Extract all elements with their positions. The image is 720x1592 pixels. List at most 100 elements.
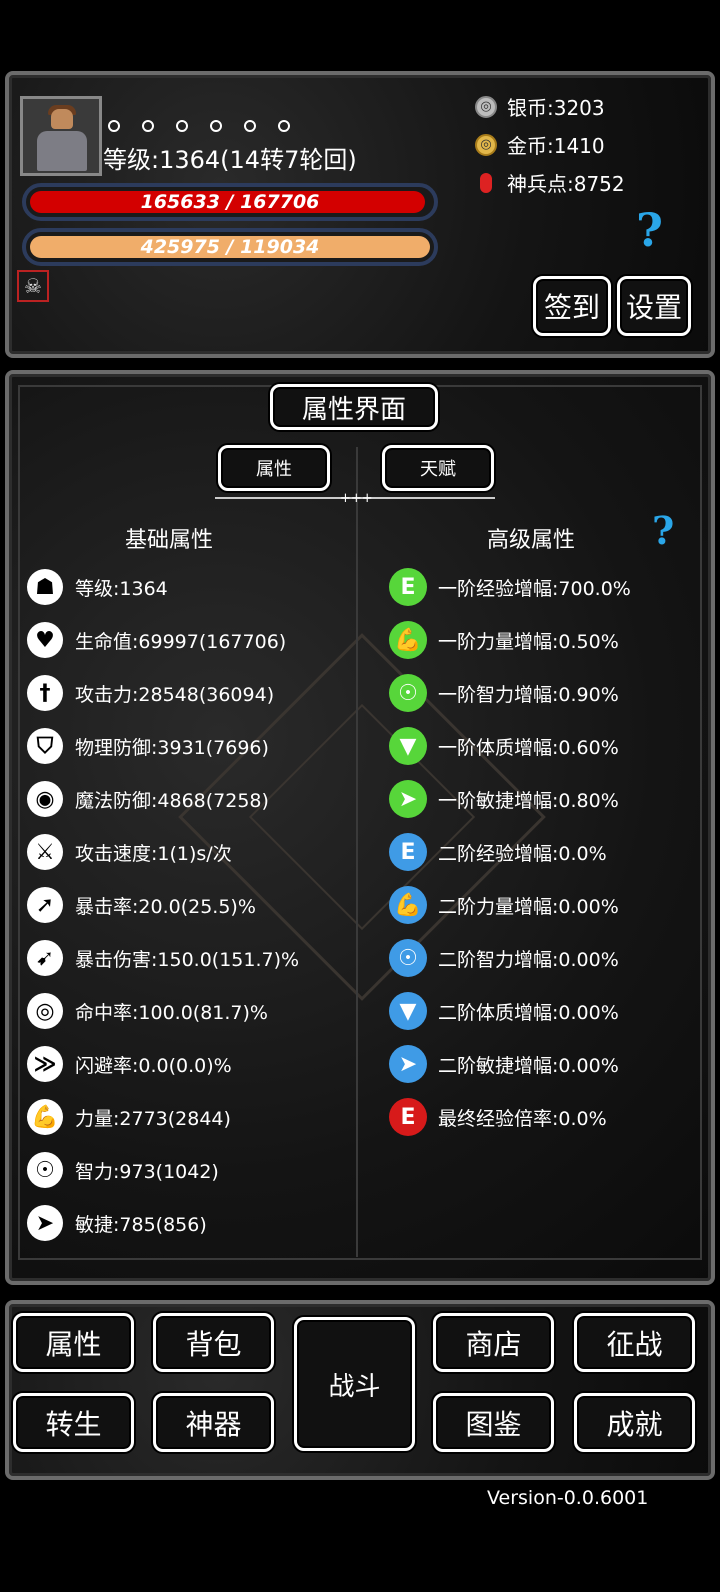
silver-currency: ◎ 银币:3203 [475,92,605,121]
basic-stat-row: ◎ 命中率:100.0(81.7)% [20,986,268,1036]
basic-stat-label: 暴击伤害:150.0(151.7)% [75,948,300,971]
intelligence-icon: ☉ [383,668,433,718]
skull-icon[interactable]: ☠ [17,270,49,302]
gold-amount: 金币:1410 [507,134,605,158]
advanced-stat-row: E 最终经验倍率:0.0% [383,1092,607,1142]
basic-stat-row: ⛉ 物理防御:3931(7696) [20,721,269,771]
advanced-stat-row: 💪 一阶力量增幅:0.50% [383,615,619,665]
advanced-stat-label: 二阶敏捷增幅:0.00% [438,1054,619,1077]
strength-icon: 💪 [383,615,433,665]
advanced-stat-label: 一阶经验增幅:700.0% [438,577,631,600]
advanced-stat-label: 二阶智力增幅:0.00% [438,948,619,971]
help-icon[interactable]: ? [636,203,663,257]
basic-stat-label: 敏捷:785(856) [75,1213,207,1236]
nav-fight-button[interactable]: 战斗 [294,1317,415,1451]
sword-icon: † [20,668,70,718]
advanced-stat-label: 一阶力量增幅:0.50% [438,630,619,653]
player-avatar[interactable] [20,96,102,176]
advanced-stat-label: 二阶体质增幅:0.00% [438,1001,619,1024]
basic-stat-row: ≫ 闪避率:0.0(0.0)% [20,1039,232,1089]
target-icon: ◎ [20,986,70,1036]
basic-stat-label: 物理防御:3931(7696) [75,736,269,759]
advanced-stat-row: ▼ 一阶体质增幅:0.60% [383,721,619,771]
magic-shield-icon: ◉ [20,774,70,824]
level-icon: ☗ [20,562,70,612]
advanced-stat-row: ☉ 二阶智力增幅:0.00% [383,933,619,983]
dot [142,120,154,132]
nav-artifact-button[interactable]: 神器 [153,1393,274,1452]
advanced-stat-row: ➤ 二阶敏捷增幅:0.00% [383,1039,619,1089]
shenbing-amount: 神兵点:8752 [507,172,625,196]
advanced-stat-label: 最终经验倍率:0.0% [438,1107,607,1130]
crit-damage-icon: ➹ [20,933,70,983]
basic-stat-row: ➤ 敏捷:785(856) [20,1198,207,1248]
hp-bar-text: 165633 / 167706 [140,191,320,213]
sign-in-button[interactable]: 签到 [533,276,611,336]
exp-icon: E [383,562,433,612]
dot [278,120,290,132]
strength-icon: 💪 [383,880,433,930]
nav-attributes-button[interactable]: 属性 [13,1313,134,1372]
advanced-stat-label: 一阶敏捷增幅:0.80% [438,789,619,812]
basic-stat-label: 闪避率:0.0(0.0)% [75,1054,232,1077]
silver-coin-icon: ◎ [475,95,497,118]
basic-stat-label: 魔法防御:4868(7258) [75,789,269,812]
tab-attributes[interactable]: 属性 [218,445,330,491]
basic-stat-label: 攻击速度:1(1)s/次 [75,842,232,865]
heart-icon: ♥ [20,615,70,665]
basic-stat-row: † 攻击力:28548(36094) [20,668,274,718]
basic-stat-row: ☉ 智力:973(1042) [20,1145,219,1195]
nav-atlas-button[interactable]: 图鉴 [433,1393,554,1452]
hp-bar: 165633 / 167706 [22,183,438,221]
advanced-stat-row: ☉ 一阶智力增幅:0.90% [383,668,619,718]
advanced-stat-row: 💪 二阶力量增幅:0.00% [383,880,619,930]
shenbing-gem-icon [475,172,497,194]
advanced-stat-row: E 一阶经验增幅:700.0% [383,562,631,612]
constitution-icon: ▼ [383,986,433,1036]
dot [244,120,256,132]
nav-bag-button[interactable]: 背包 [153,1313,274,1372]
advanced-attributes-heading: 高级属性 [487,528,576,553]
nav-achievement-button[interactable]: 成就 [574,1393,695,1452]
nav-expedition-button[interactable]: 征战 [574,1313,695,1372]
shenbing-currency: 神兵点:8752 [475,168,625,197]
progress-dots [108,120,290,132]
basic-stat-row: ⚔ 攻击速度:1(1)s/次 [20,827,232,877]
dot [210,120,222,132]
dodge-icon: ≫ [20,1039,70,1089]
avatar-head [51,109,73,129]
settings-button[interactable]: 设置 [617,276,691,336]
basic-stat-label: 攻击力:28548(36094) [75,683,275,706]
advanced-stat-label: 一阶体质增幅:0.60% [438,736,619,759]
tab-talent[interactable]: 天赋 [382,445,494,491]
constitution-icon: ▼ [383,721,433,771]
silver-amount: 银币:3203 [507,96,605,120]
basic-stat-label: 生命值:69997(167706) [75,630,287,653]
basic-stat-row: ➹ 暴击伤害:150.0(151.7)% [20,933,299,983]
advanced-stat-label: 二阶经验增幅:0.0% [438,842,607,865]
basic-stat-label: 智力:973(1042) [75,1160,219,1183]
advanced-stat-label: 二阶力量增幅:0.00% [438,895,619,918]
exp-icon: E [383,1092,433,1142]
player-level: 等级:1364(14转7轮回) [103,146,357,174]
center-divider [356,447,358,1257]
intelligence-icon: ☉ [383,933,433,983]
intelligence-icon: ☉ [20,1145,70,1195]
shield-icon: ⛉ [20,721,70,771]
crit-rate-icon: ➚ [20,880,70,930]
gold-coin-icon: ◎ [475,133,497,156]
dot [108,120,120,132]
basic-stat-row: 💪 力量:2773(2844) [20,1092,231,1142]
nav-reborn-button[interactable]: 转生 [13,1393,134,1452]
advanced-stat-row: ➤ 一阶敏捷增幅:0.80% [383,774,619,824]
nav-shop-button[interactable]: 商店 [433,1313,554,1372]
attribute-help-icon[interactable]: ? [652,508,674,553]
basic-stat-label: 暴击率:20.0(25.5)% [75,895,256,918]
basic-stat-label: 等级:1364 [75,577,168,600]
basic-stat-row: ➚ 暴击率:20.0(25.5)% [20,880,256,930]
dot [176,120,188,132]
strength-icon: 💪 [20,1092,70,1142]
attack-speed-icon: ⚔ [20,827,70,877]
basic-stat-row: ☗ 等级:1364 [20,562,168,612]
advanced-stat-row: ▼ 二阶体质增幅:0.00% [383,986,619,1036]
